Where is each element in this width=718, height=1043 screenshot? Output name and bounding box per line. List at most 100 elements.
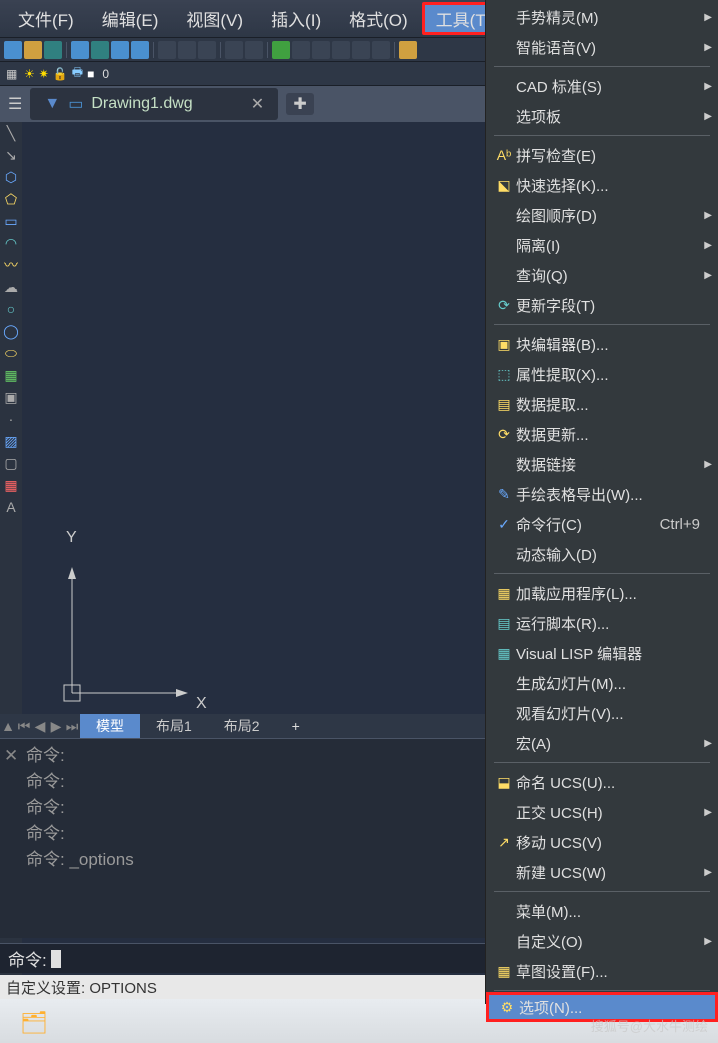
layer-thaw-icon[interactable]: ✷ — [39, 67, 49, 81]
text-icon[interactable]: A — [2, 498, 20, 516]
paste-icon[interactable] — [198, 41, 216, 59]
nav-next-icon[interactable]: ▶ — [48, 718, 64, 735]
region-icon[interactable]: ▢ — [2, 454, 20, 472]
menu-run-script[interactable]: ▤运行脚本(R)... — [486, 608, 718, 638]
new-tab-button[interactable]: ✚ — [286, 93, 314, 115]
redo-icon[interactable] — [245, 41, 263, 59]
publish-icon[interactable] — [111, 41, 129, 59]
open-icon[interactable] — [24, 41, 42, 59]
circle-icon[interactable]: ○ — [2, 300, 20, 318]
layer-manager-icon[interactable]: ▦ — [6, 67, 20, 81]
nav-last-icon[interactable]: ⏭ — [64, 718, 80, 735]
ellipse-arc-icon[interactable]: ⬭ — [2, 344, 20, 362]
copy-icon[interactable] — [178, 41, 196, 59]
help-icon[interactable] — [399, 41, 417, 59]
close-tab-icon[interactable]: ✕ — [251, 94, 264, 114]
tab-model[interactable]: 模型 — [80, 714, 140, 738]
ray-icon[interactable]: ↘ — [2, 146, 20, 164]
menu-macro[interactable]: 宏(A)▶ — [486, 728, 718, 758]
nav-prev-icon[interactable]: ◀ — [32, 718, 48, 735]
nav-up-icon[interactable]: ▲ — [0, 718, 16, 734]
menu-vlisp[interactable]: ▦Visual LISP 编辑器 — [486, 638, 718, 668]
ellipse-icon[interactable]: ◯ — [2, 322, 20, 340]
menu-format[interactable]: 格式(O) — [335, 2, 422, 35]
menu-data-link[interactable]: 数据链接▶ — [486, 449, 718, 479]
gear-icon: ⚙ — [495, 999, 519, 1016]
menu-data-extract[interactable]: ▤数据提取... — [486, 389, 718, 419]
layer-name[interactable]: 0 — [102, 67, 109, 81]
command-input[interactable]: 命令: — [0, 943, 485, 973]
menu-view-slide[interactable]: 观看幻灯片(V)... — [486, 698, 718, 728]
undo-icon[interactable] — [225, 41, 243, 59]
layer-on-icon[interactable]: ☀ — [24, 67, 35, 81]
menu-named-ucs[interactable]: ⬓命名 UCS(U)... — [486, 767, 718, 797]
polygon-icon[interactable]: ⬠ — [2, 190, 20, 208]
status-bar: 自定义设置: OPTIONS — [0, 975, 485, 999]
cmd-line: 命令: _options — [26, 847, 477, 873]
menu-edit[interactable]: 编辑(E) — [88, 2, 173, 35]
menu-cad-standards[interactable]: CAD 标准(S)▶ — [486, 71, 718, 101]
cloud-icon[interactable]: ☁ — [2, 278, 20, 296]
line-icon[interactable]: ╲ — [2, 124, 20, 142]
layer-lock-icon[interactable]: 🔓 — [53, 67, 68, 81]
menu-inquiry[interactable]: 查询(Q)▶ — [486, 260, 718, 290]
table-icon[interactable]: ▦ — [2, 476, 20, 494]
match-prop-icon[interactable] — [272, 41, 290, 59]
point-icon[interactable]: · — [2, 410, 20, 428]
block-icon[interactable]: ▣ — [2, 388, 20, 406]
layer-plot-icon[interactable]: 🖶 — [72, 63, 83, 84]
zoom-prev-icon[interactable] — [372, 41, 390, 59]
menu-spellcheck[interactable]: Aᵇ拼写检查(E) — [486, 140, 718, 170]
gradient-icon[interactable]: ▨ — [2, 432, 20, 450]
menu-load-app[interactable]: ▦加载应用程序(L)... — [486, 578, 718, 608]
menu-insert[interactable]: 插入(I) — [257, 2, 335, 35]
menu-move-ucs[interactable]: ↗移动 UCS(V) — [486, 827, 718, 857]
layer-color-icon[interactable]: ■ — [87, 67, 94, 81]
menu-updatefields[interactable]: ⟳更新字段(T) — [486, 290, 718, 320]
print-icon[interactable] — [71, 41, 89, 59]
close-history-icon[interactable]: ✕ — [4, 743, 18, 769]
menu-qselect[interactable]: ⬕快速选择(K)... — [486, 170, 718, 200]
menu-command-line[interactable]: ✓命令行(C)Ctrl+9 — [486, 509, 718, 539]
spline-icon[interactable]: 〰 — [2, 256, 20, 274]
menu-isolate[interactable]: 隔离(I)▶ — [486, 230, 718, 260]
file-marker-icon: ▼ — [44, 95, 60, 113]
tab-add-layout[interactable]: + — [276, 716, 316, 736]
menu-palettes[interactable]: 选项板▶ — [486, 101, 718, 131]
plot-preview-icon[interactable] — [91, 41, 109, 59]
save-icon[interactable] — [44, 41, 62, 59]
menu-file[interactable]: 文件(F) — [4, 2, 88, 35]
polyline-icon[interactable]: ⬡ — [2, 168, 20, 186]
menu-voice[interactable]: 智能语音(V)▶ — [486, 32, 718, 62]
hatch-icon[interactable]: ▦ — [2, 366, 20, 384]
menu-new-ucs[interactable]: 新建 UCS(W)▶ — [486, 857, 718, 887]
menu-view[interactable]: 视图(V) — [172, 2, 257, 35]
rectangle-icon[interactable]: ▭ — [2, 212, 20, 230]
layout-icon[interactable] — [131, 41, 149, 59]
tab-layout2[interactable]: 布局2 — [208, 714, 276, 738]
menu-block-editor[interactable]: ▣块编辑器(B)... — [486, 329, 718, 359]
menu-customize[interactable]: 自定义(O)▶ — [486, 926, 718, 956]
zoom-window-icon[interactable] — [332, 41, 350, 59]
menu-ortho-ucs[interactable]: 正交 UCS(H)▶ — [486, 797, 718, 827]
menu-draworder[interactable]: 绘图顺序(D)▶ — [486, 200, 718, 230]
tab-layout1[interactable]: 布局1 — [140, 714, 208, 738]
file-explorer-icon[interactable]: 🗂 — [20, 1010, 48, 1032]
pan-icon[interactable] — [292, 41, 310, 59]
menu-gesture[interactable]: 手势精灵(M)▶ — [486, 2, 718, 32]
menu-attribute-extract[interactable]: ⬚属性提取(X)... — [486, 359, 718, 389]
menu-data-update[interactable]: ⟳数据更新... — [486, 419, 718, 449]
new-icon[interactable] — [4, 41, 22, 59]
menu-menu[interactable]: 菜单(M)... — [486, 896, 718, 926]
menu-drafting-settings[interactable]: ▦草图设置(F)... — [486, 956, 718, 986]
menu-dynamic-input[interactable]: 动态输入(D) — [486, 539, 718, 569]
menu-make-slide[interactable]: 生成幻灯片(M)... — [486, 668, 718, 698]
zoom-extents-icon[interactable] — [352, 41, 370, 59]
menu-hand-table-export[interactable]: ✎手绘表格导出(W)... — [486, 479, 718, 509]
arc-icon[interactable]: ◠ — [2, 234, 20, 252]
cut-icon[interactable] — [158, 41, 176, 59]
document-tab[interactable]: ▼ ▭ Drawing1.dwg ✕ — [30, 88, 278, 120]
tab-menu-icon[interactable]: ☰ — [8, 94, 22, 114]
zoom-icon[interactable] — [312, 41, 330, 59]
nav-first-icon[interactable]: ⏮ — [16, 718, 32, 735]
